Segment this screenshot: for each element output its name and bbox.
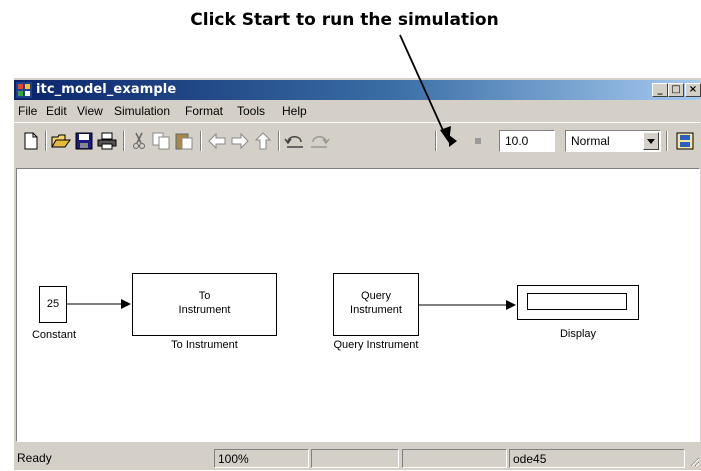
resize-grip-icon[interactable] (688, 455, 700, 467)
toolbar: 10.0 Normal (14, 122, 700, 161)
annotation-text: Click Start to run the simulation (190, 10, 499, 30)
redo-icon[interactable] (308, 130, 330, 152)
copy-icon[interactable] (150, 130, 172, 152)
signal-arrowhead (121, 299, 131, 309)
status-pane (402, 449, 507, 468)
toolbar-separator (123, 131, 125, 151)
signal-arrowhead (506, 300, 516, 310)
maximize-button[interactable]: □ (668, 83, 684, 97)
save-icon[interactable] (73, 130, 95, 152)
dropdown-button[interactable] (643, 132, 659, 150)
toolbar-separator (435, 131, 437, 151)
to-instrument-text-line: Instrument (178, 304, 231, 316)
query-instrument-block[interactable]: Query Instrument (333, 273, 419, 336)
menu-view[interactable]: View (77, 104, 103, 118)
status-state: Ready (17, 451, 52, 465)
minimize-button[interactable]: _ (652, 83, 668, 97)
open-icon[interactable] (50, 130, 72, 152)
to-instrument-block[interactable]: To Instrument (132, 273, 277, 336)
simulation-mode-select[interactable]: Normal (565, 130, 661, 152)
constant-value: 25 (46, 298, 60, 310)
constant-block[interactable]: 25 (39, 286, 67, 323)
menu-format[interactable]: Format (185, 104, 223, 118)
back-icon[interactable] (206, 130, 228, 152)
query-instrument-text-line: Query (361, 290, 391, 302)
print-icon[interactable] (96, 130, 118, 152)
to-instrument-label: To Instrument (171, 339, 238, 351)
stop-icon[interactable] (467, 130, 489, 152)
toolbar-separator (278, 131, 280, 151)
window-title: itc_model_example (36, 82, 177, 97)
menu-bar: File Edit View Simulation Format Tools H… (14, 102, 700, 120)
display-label: Display (559, 328, 597, 340)
menu-edit[interactable]: Edit (46, 104, 67, 118)
simulink-model-window: itc_model_example _ □ × File Edit View S… (13, 77, 701, 470)
menu-tools[interactable]: Tools (237, 104, 265, 118)
display-readout (527, 293, 627, 310)
library-icon[interactable] (674, 130, 696, 152)
undo-icon[interactable] (284, 130, 306, 152)
display-block[interactable] (517, 285, 639, 320)
query-instrument-label: Query Instrument (333, 339, 419, 351)
toolbar-separator (666, 131, 668, 151)
up-icon[interactable] (252, 130, 274, 152)
menu-file[interactable]: File (18, 104, 37, 118)
stop-time-input[interactable]: 10.0 (499, 130, 555, 152)
toolbar-separator (45, 131, 47, 151)
new-icon[interactable] (20, 130, 42, 152)
start-icon[interactable] (441, 130, 463, 152)
query-instrument-text-line: Instrument (350, 304, 402, 316)
paste-icon[interactable] (173, 130, 195, 152)
menu-simulation[interactable]: Simulation (114, 104, 170, 118)
simulation-mode-value: Normal (571, 134, 610, 148)
cut-icon[interactable] (128, 130, 150, 152)
status-pane (311, 449, 399, 468)
simulink-app-icon (16, 82, 32, 98)
status-solver: ode45 (509, 449, 685, 468)
title-bar[interactable]: itc_model_example _ □ × (14, 80, 701, 100)
forward-icon[interactable] (229, 130, 251, 152)
constant-label: Constant (31, 329, 77, 341)
to-instrument-text-line: To (198, 290, 211, 302)
status-bar: Ready 100% ode45 (14, 445, 700, 471)
menu-help[interactable]: Help (282, 104, 307, 118)
status-zoom: 100% (214, 449, 309, 468)
close-button[interactable]: × (685, 83, 701, 97)
annotation-callout: Click Start to run the simulation (0, 10, 701, 30)
model-canvas[interactable]: 25 Constant To Instrument To Instrument … (16, 168, 700, 442)
toolbar-separator (200, 131, 202, 151)
chevron-down-icon (647, 139, 655, 144)
